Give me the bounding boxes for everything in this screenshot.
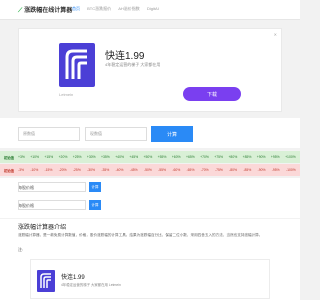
decrease-cell[interactable]: -55% [158,168,166,172]
increase-cell[interactable]: +30% [87,155,96,159]
ad-close-icon[interactable]: ✕ [274,32,277,37]
decrease-cell[interactable]: -60% [172,168,180,172]
decrease-cell[interactable]: -30% [87,168,95,172]
decrease-cell[interactable]: -35% [101,168,109,172]
price-calculator-panel: 每股价格 计算 每股价格 计算 [0,178,300,218]
ad-download-button[interactable]: 下载 [183,87,241,101]
increase-cell[interactable]: +100% [285,155,296,159]
increase-cell[interactable]: +55% [158,155,167,159]
increase-cell[interactable]: +15% [44,155,53,159]
decrease-cell[interactable]: -95% [272,168,280,172]
decrease-cell[interactable]: -10% [30,168,38,172]
increase-cell[interactable]: +3% [18,155,25,159]
decrease-cell[interactable]: -25% [73,168,81,172]
start-value-input[interactable]: 原数值 [18,127,80,141]
decrease-cell[interactable]: -40% [116,168,124,172]
decrease-cell[interactable]: -70% [201,168,209,172]
decrease-cell[interactable]: -15% [45,168,53,172]
increase-cell[interactable]: +95% [271,155,280,159]
decrease-row: 初始值 -3% -10% -15% -20% -25% -30% -35% -40% -45% -… [0,164,300,176]
row1-calc-button[interactable]: 计算 [89,182,101,192]
decrease-cell[interactable]: -20% [59,168,67,172]
decrease-row-label: 初始值 [3,168,15,173]
increase-cell[interactable]: +10% [30,155,39,159]
intro-text: 涨跌幅计算器，是一款免费计算数值，价格，股价涨跌幅的计算工具。结果为涨跌幅百分比… [18,233,263,237]
ad2-subtitle: 4年稳定运营的梯子 大家都在用 Letmein [61,283,121,287]
increase-cell[interactable]: +70% [200,155,209,159]
ad2-title: 快连1.99 [61,275,85,281]
decrease-cell[interactable]: -90% [258,168,266,172]
decrease-cell[interactable]: -3% [18,168,24,172]
ad-title: 快连1.99 [105,51,145,62]
calculate-button[interactable]: 计算 [151,126,193,142]
decrease-cell[interactable]: -75% [215,168,223,172]
trend-icon: ⟋ [18,8,23,14]
decrease-cell[interactable]: -65% [187,168,195,172]
increase-cell[interactable]: +40% [115,155,124,159]
increase-cell[interactable]: +75% [214,155,223,159]
decrease-cell[interactable]: -50% [144,168,152,172]
increase-cell[interactable]: +35% [101,155,110,159]
app-logo-icon [59,43,95,87]
nav-ah[interactable]: AH溢价指数 [118,6,140,11]
increase-cell[interactable]: +65% [186,155,195,159]
increase-cell[interactable]: +85% [243,155,252,159]
increase-cell[interactable]: +90% [257,155,266,159]
nav-btc[interactable]: BTC涨跌报价 [87,6,111,11]
intro-title: 涨跌幅计算器介绍 [18,225,67,231]
calculator-panel: 原数值 现数值 计算 [0,118,300,148]
app-logo-icon [37,270,55,292]
decrease-cell[interactable]: -100% [286,168,296,172]
increase-cell[interactable]: +60% [172,155,181,159]
ad-banner[interactable]: ✕ 快连1.99 4年稳定运营的梯子 大家都在用 Letmein [18,28,282,112]
row1-input[interactable] [18,182,86,192]
decrease-cell[interactable]: -45% [130,168,138,172]
row2-input[interactable] [18,200,86,210]
main-nav: 首页 BTC涨跌报价 AH溢价指数 DigitAI [72,6,165,12]
decrease-cell[interactable]: -80% [229,168,237,172]
decrease-cell[interactable]: -85% [243,168,251,172]
intro-note: 注: [18,247,24,252]
intro-section: 涨跌幅计算器介绍 涨跌幅计算器，是一款免费计算数值，价格，股价涨跌幅的计算工具。… [0,219,300,300]
site-logo[interactable]: ⟋ 涨跌幅在线计算器 [18,5,72,15]
ad-brand: Letmein [59,92,74,97]
ad-banner-secondary[interactable]: 快连1.99 4年稳定运营的梯子 大家都在用 Letmein [30,259,270,299]
top-bar: ⟋ 涨跌幅在线计算器 首页 BTC涨跌报价 AH溢价指数 DigitAI [0,0,300,20]
row2-calc-button[interactable]: 计算 [89,200,101,210]
increase-cell[interactable]: +25% [73,155,82,159]
nav-digitai[interactable]: DigitAI [147,6,159,11]
increase-cell[interactable]: +80% [228,155,237,159]
decrease-cells: -3% -10% -15% -20% -25% -30% -35% -40% -45% -50% -… [18,168,300,172]
increase-row: 初始值 +3% +10% +15% +20% +25% +30% +35% +40% +45% +… [0,151,300,163]
increase-cell[interactable]: +45% [129,155,138,159]
increase-row-label: 初始值 [3,155,15,160]
ad-subtitle: 4年稳定运营的梯子 大家都在用 [105,62,161,67]
nav-home[interactable]: 首页 [72,6,80,11]
increase-cells: +3% +10% +15% +20% +25% +30% +35% +40% +45% +50% +… [18,155,300,159]
increase-cell[interactable]: +20% [59,155,68,159]
increase-cell[interactable]: +50% [144,155,153,159]
current-value-input[interactable]: 现数值 [85,127,147,141]
logo-text: 涨跌幅在线计算器 [24,8,73,14]
